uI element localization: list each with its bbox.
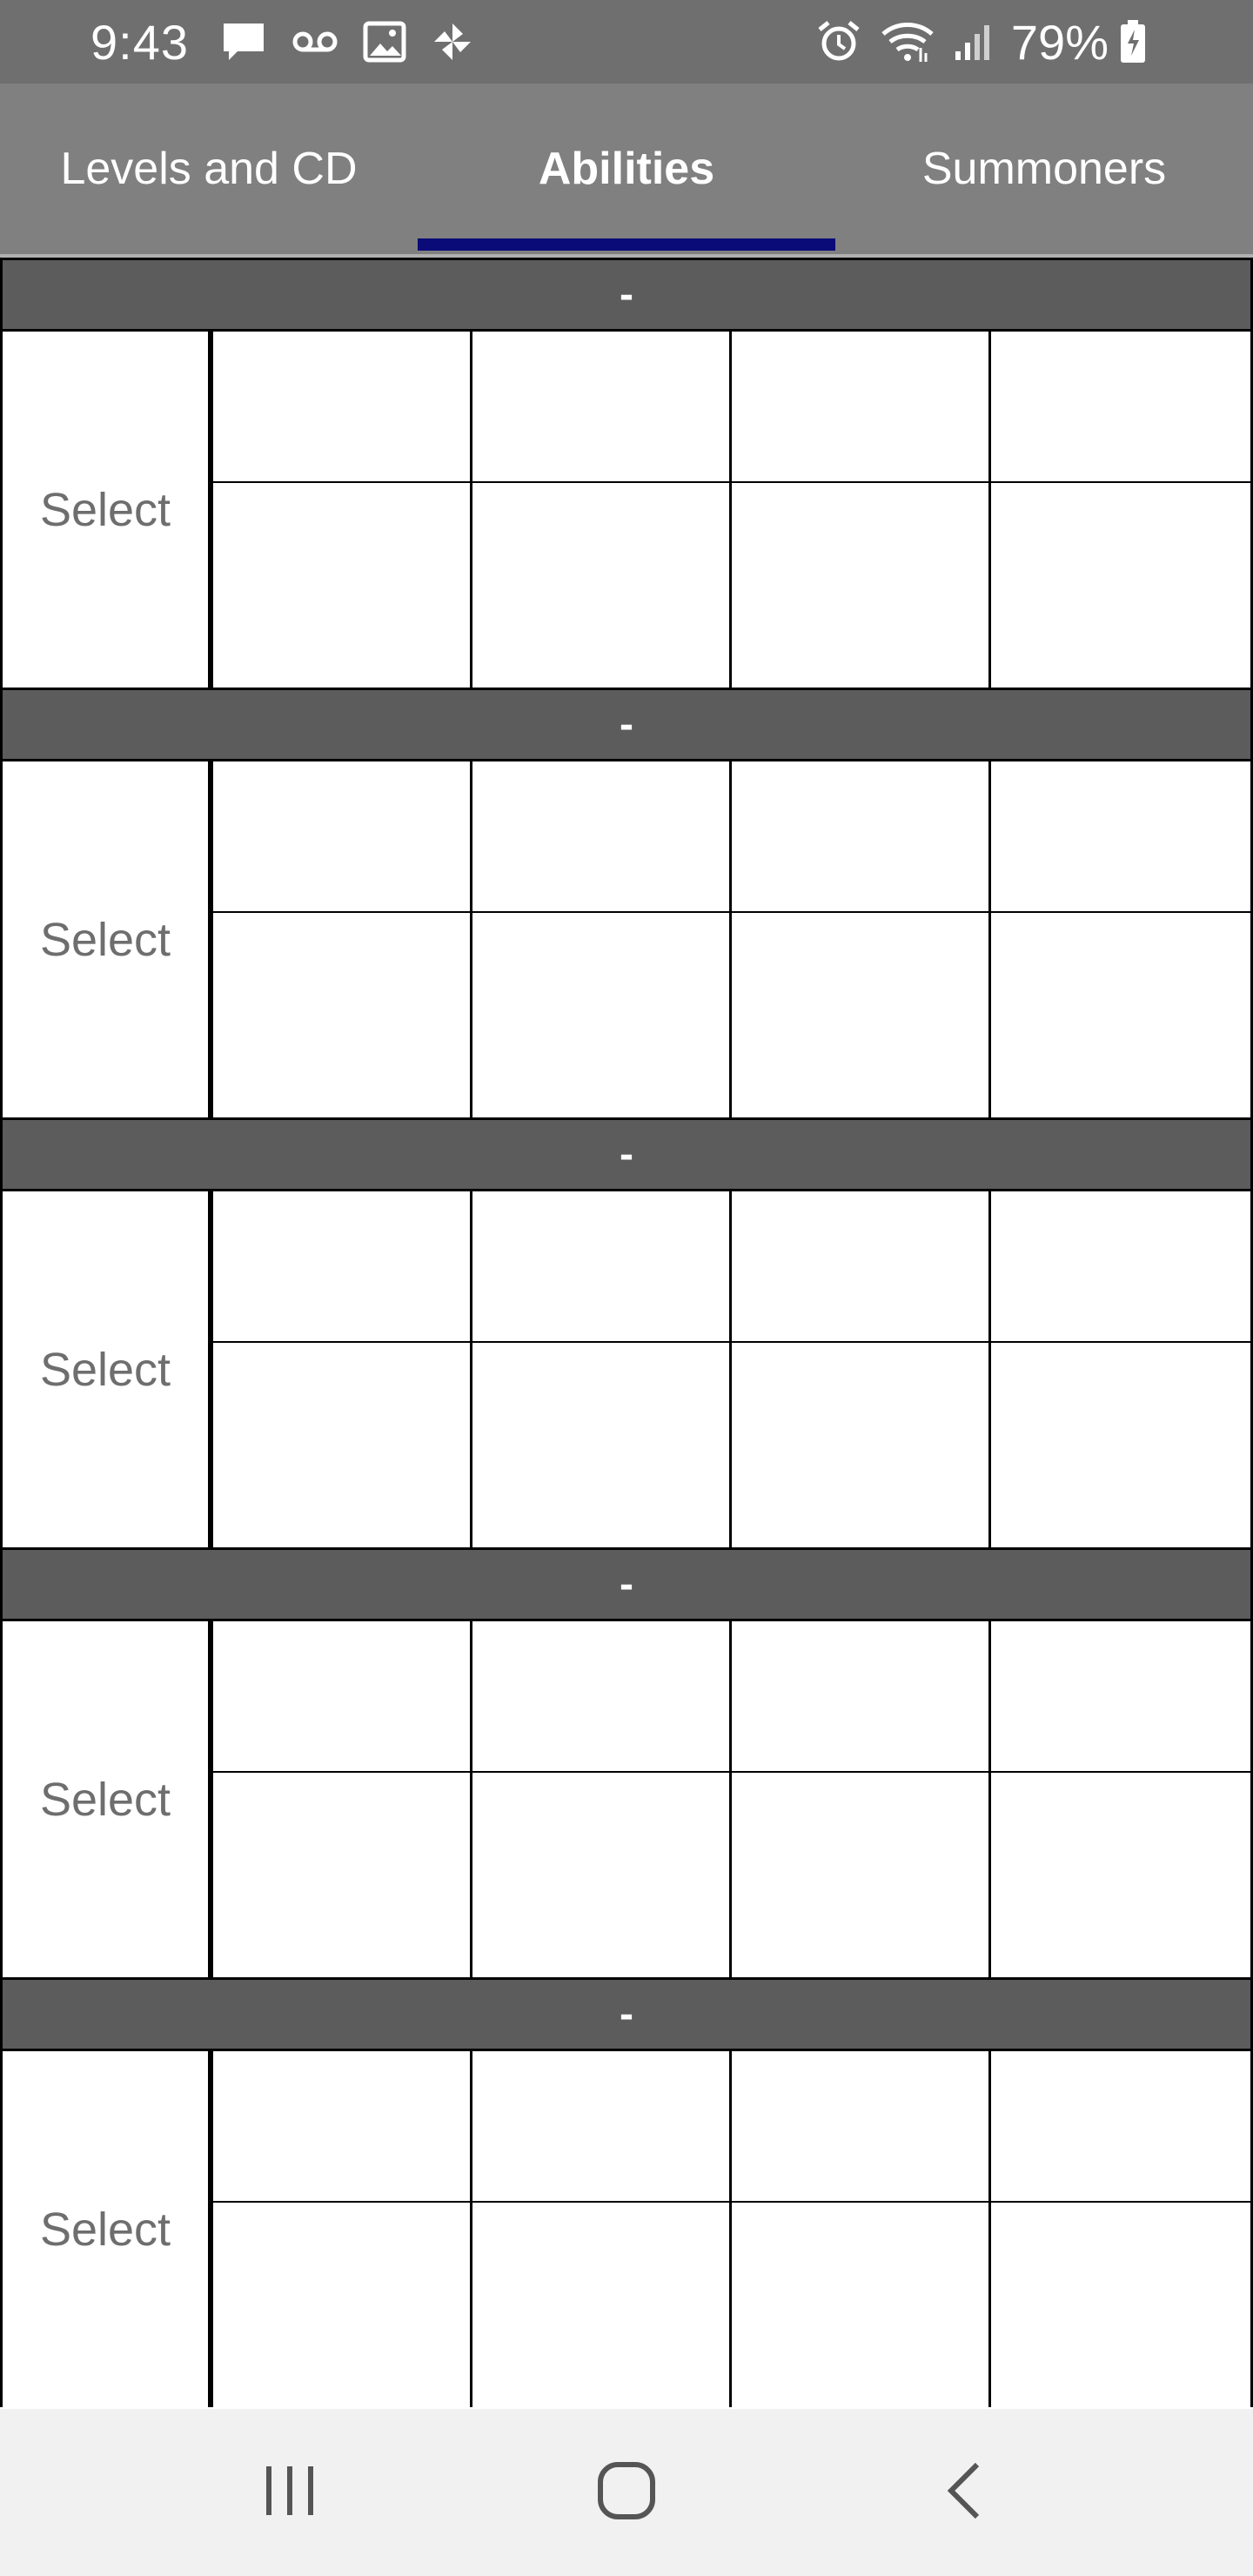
home-button[interactable] bbox=[574, 2440, 679, 2545]
tab-levels-and-cd[interactable]: Levels and CD bbox=[0, 84, 418, 254]
ability-section: - Select bbox=[0, 1117, 1253, 1547]
grid-cell[interactable] bbox=[472, 913, 732, 1117]
grid-cell[interactable] bbox=[732, 332, 991, 483]
grid-cell[interactable] bbox=[991, 2203, 1250, 2407]
section-header: - bbox=[0, 1977, 1253, 2049]
grid-cell[interactable] bbox=[732, 1621, 991, 1773]
image-icon bbox=[363, 21, 406, 63]
grid-cell[interactable] bbox=[991, 1621, 1250, 1773]
select-button[interactable]: Select bbox=[3, 2051, 213, 2407]
grid-cell[interactable] bbox=[213, 2051, 472, 2203]
grid-cell[interactable] bbox=[732, 2203, 991, 2407]
grid-cell[interactable] bbox=[213, 1343, 472, 1547]
grid-cell[interactable] bbox=[991, 483, 1250, 688]
grid-cell[interactable] bbox=[732, 2051, 991, 2203]
home-icon bbox=[595, 2459, 658, 2526]
grid-cell[interactable] bbox=[732, 913, 991, 1117]
grid-cell[interactable] bbox=[732, 1191, 991, 1343]
status-bar: 9:43 79% bbox=[0, 0, 1253, 84]
tab-label: Levels and CD bbox=[60, 144, 358, 194]
grid-cell[interactable] bbox=[991, 332, 1250, 483]
section-header: - bbox=[0, 1117, 1253, 1189]
grid-cell[interactable] bbox=[472, 2203, 732, 2407]
back-icon bbox=[942, 2459, 984, 2526]
ability-grid bbox=[213, 1621, 1250, 1977]
status-left: 9:43 bbox=[90, 14, 499, 70]
grid-cell[interactable] bbox=[213, 2203, 472, 2407]
ability-grid bbox=[213, 332, 1250, 688]
grid-cell[interactable] bbox=[472, 1343, 732, 1547]
grid-cell[interactable] bbox=[991, 1343, 1250, 1547]
ability-grid bbox=[213, 761, 1250, 1117]
tab-summoners[interactable]: Summoners bbox=[835, 84, 1253, 254]
ability-section: - Select bbox=[0, 1547, 1253, 1977]
status-right: 79% bbox=[816, 14, 1166, 70]
grid-cell[interactable] bbox=[732, 1773, 991, 1977]
select-button[interactable]: Select bbox=[3, 761, 213, 1117]
section-body: Select bbox=[0, 759, 1253, 1117]
tab-label: Summoners bbox=[921, 144, 1167, 194]
active-tab-indicator bbox=[418, 238, 835, 251]
status-time: 9:43 bbox=[90, 14, 189, 70]
grid-cell[interactable] bbox=[991, 761, 1250, 913]
grid-cell[interactable] bbox=[991, 2051, 1250, 2203]
wifi-icon bbox=[881, 20, 935, 64]
pinwheel-icon bbox=[431, 20, 474, 64]
recent-apps-icon bbox=[262, 2463, 318, 2523]
battery-percent: 79% bbox=[1010, 14, 1109, 70]
grid-cell[interactable] bbox=[213, 483, 472, 688]
section-body: Select bbox=[0, 2049, 1253, 2407]
message-icon bbox=[220, 20, 267, 64]
recent-apps-button[interactable] bbox=[238, 2440, 342, 2545]
ability-grid bbox=[213, 1191, 1250, 1547]
section-body: Select bbox=[0, 329, 1253, 688]
grid-cell[interactable] bbox=[732, 1343, 991, 1547]
section-header: - bbox=[0, 258, 1253, 329]
ability-section: - Select bbox=[0, 1977, 1253, 2407]
grid-cell[interactable] bbox=[213, 913, 472, 1117]
grid-cell[interactable] bbox=[732, 761, 991, 913]
grid-cell[interactable] bbox=[213, 332, 472, 483]
grid-cell[interactable] bbox=[213, 761, 472, 913]
grid-cell[interactable] bbox=[472, 1621, 732, 1773]
back-button[interactable] bbox=[911, 2440, 1015, 2545]
section-header: - bbox=[0, 1547, 1253, 1619]
select-button[interactable]: Select bbox=[3, 1191, 213, 1547]
alarm-icon bbox=[816, 19, 861, 64]
navigation-bar bbox=[0, 2409, 1253, 2576]
grid-cell[interactable] bbox=[213, 1621, 472, 1773]
grid-cell[interactable] bbox=[472, 1773, 732, 1977]
section-body: Select bbox=[0, 1189, 1253, 1547]
section-body: Select bbox=[0, 1619, 1253, 1977]
grid-cell[interactable] bbox=[991, 913, 1250, 1117]
ability-section: - Select bbox=[0, 688, 1253, 1117]
grid-cell[interactable] bbox=[472, 332, 732, 483]
abilities-content[interactable]: - Select - Select - Select - Select - Se… bbox=[0, 258, 1253, 2409]
ability-grid bbox=[213, 2051, 1250, 2407]
select-button[interactable]: Select bbox=[3, 1621, 213, 1977]
voicemail-icon bbox=[291, 29, 338, 55]
signal-icon bbox=[954, 22, 992, 62]
grid-cell[interactable] bbox=[472, 2051, 732, 2203]
grid-cell[interactable] bbox=[472, 483, 732, 688]
grid-cell[interactable] bbox=[472, 1191, 732, 1343]
section-header: - bbox=[0, 688, 1253, 759]
ability-section: - Select bbox=[0, 258, 1253, 688]
grid-cell[interactable] bbox=[472, 761, 732, 913]
grid-cell[interactable] bbox=[213, 1191, 472, 1343]
battery-charging-icon bbox=[1119, 19, 1147, 64]
tab-abilities[interactable]: Abilities bbox=[418, 84, 835, 254]
tab-bar: Levels and CD Abilities Summoners bbox=[0, 84, 1253, 254]
grid-cell[interactable] bbox=[732, 483, 991, 688]
grid-cell[interactable] bbox=[991, 1191, 1250, 1343]
select-button[interactable]: Select bbox=[3, 332, 213, 688]
tab-label: Abilities bbox=[538, 144, 715, 194]
grid-cell[interactable] bbox=[991, 1773, 1250, 1977]
grid-cell[interactable] bbox=[213, 1773, 472, 1977]
